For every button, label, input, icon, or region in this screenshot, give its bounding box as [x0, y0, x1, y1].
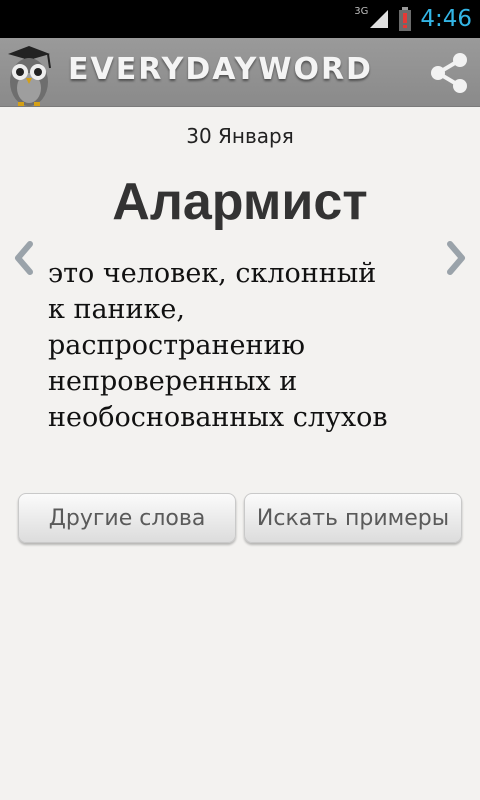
- chevron-left-icon[interactable]: [10, 238, 38, 278]
- status-icons: 3G 4:46: [354, 0, 472, 38]
- app-title: EVERYDAYWORD: [68, 52, 373, 87]
- word-definition: это человек, склонный к панике, распрост…: [48, 258, 388, 433]
- owl-logo-icon[interactable]: [4, 42, 54, 108]
- status-bar: 3G 4:46: [0, 0, 480, 38]
- other-words-button[interactable]: Другие слова: [18, 493, 236, 543]
- search-examples-button[interactable]: Искать примеры: [244, 493, 462, 543]
- word-date: 30 Января: [186, 124, 294, 148]
- word-title: Алармист: [112, 173, 368, 231]
- signal-icon: [370, 10, 389, 28]
- clock: 4:46: [420, 6, 472, 32]
- action-bar: EVERYDAYWORD: [0, 38, 480, 107]
- battery-icon: [399, 7, 412, 31]
- chevron-right-icon[interactable]: [442, 238, 470, 278]
- share-icon[interactable]: [426, 50, 472, 96]
- network-type: 3G: [354, 5, 369, 17]
